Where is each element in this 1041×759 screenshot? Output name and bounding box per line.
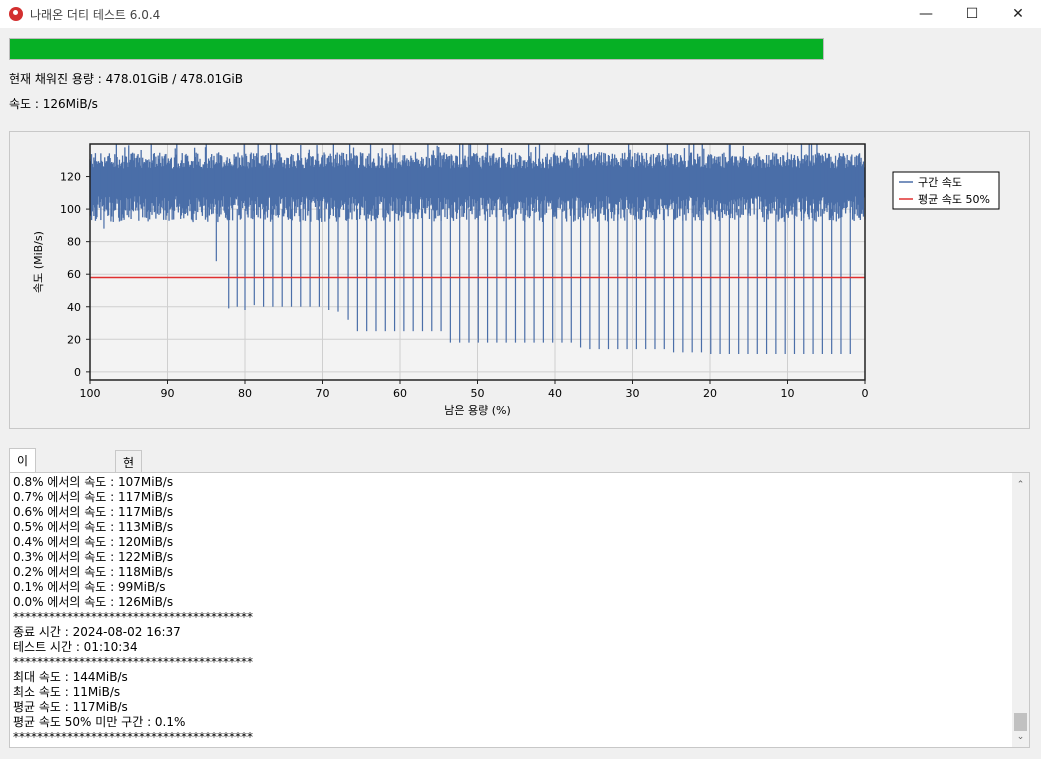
maximize-button[interactable]: ☐ — [949, 0, 995, 28]
filled-capacity-text: 현재 채워진 용량 : 478.01GiB / 478.01GiB — [9, 72, 243, 86]
speed-chart: 100 90 80 70 60 50 40 30 20 10 0020406080100120남은 … — [32, 143, 1000, 417]
scroll-up-button[interactable]: ⌃ — [1012, 476, 1029, 493]
y-tick-label: 120 — [60, 171, 81, 184]
log-line: 평균 속도 : 117MiB/s — [13, 700, 128, 714]
window-title: 나래온 더티 테스트 6.0.4 — [30, 8, 161, 22]
x-axis-label: 남은 용량 (%) — [444, 404, 511, 417]
y-tick-label: 0 — [74, 366, 81, 379]
x-tick-label: 80 — [238, 387, 252, 400]
app-logo-icon — [9, 7, 23, 21]
log-line: 최소 속도 : 11MiB/s — [13, 685, 121, 699]
minimize-button[interactable]: — — [903, 0, 949, 28]
log-line: 테스트 시간 : 01:10:34 — [13, 640, 138, 654]
x-tick-label: 30 — [626, 387, 640, 400]
y-tick-label: 100 — [60, 203, 81, 216]
x-tick-label: 50 — [471, 387, 485, 400]
log-line: **************************************** — [13, 610, 253, 624]
x-tick-label: 70 — [316, 387, 330, 400]
log-lines: 0.8% 에서의 속도 : 107MiB/s 0.7% 에서의 속도 : 117M… — [13, 475, 253, 745]
x-tick-label: 20 — [703, 387, 717, 400]
log-line: 평균 속도 50% 미만 구간 : 0.1% — [13, 715, 186, 729]
tab-current-round[interactable]: 현재 회차 — [115, 450, 143, 521]
log-line: **************************************** — [13, 730, 253, 744]
log-line: 0.7% 에서의 속도 : 117MiB/s — [13, 490, 174, 504]
y-tick-label: 40 — [67, 301, 81, 314]
log-scrollbar[interactable]: ⌃ ⌄ — [1012, 473, 1029, 747]
log-line: 0.4% 에서의 속도 : 120MiB/s — [13, 535, 174, 549]
log-line: 0.0% 에서의 속도 : 126MiB/s — [13, 595, 174, 609]
progress-fill — [10, 39, 823, 59]
x-tick-label: 90 — [161, 387, 175, 400]
x-tick-label: 100 — [80, 387, 101, 400]
chart-panel: 100 90 80 70 60 50 40 30 20 10 0 0 20 40 60 80 100 120 남은 … — [9, 131, 1030, 429]
x-tick-label: 10 — [781, 387, 795, 400]
log-line: 0.1% 에서의 속도 : 99MiB/s — [13, 580, 166, 594]
speed-text: 속도 : 126MiB/s — [9, 97, 98, 111]
x-tick-label: 60 — [393, 387, 407, 400]
log-line: **************************************** — [13, 655, 253, 669]
title-bar: 나래온 더티 테스트 6.0.4 — ☐ ✕ — [0, 0, 1041, 28]
log-line: 0.3% 에서의 속도 : 122MiB/s — [13, 550, 174, 564]
scroll-down-button[interactable]: ⌄ — [1012, 728, 1029, 745]
log-line: 0.6% 에서의 속도 : 117MiB/s — [13, 505, 174, 519]
log-line: 0.5% 에서의 속도 : 113MiB/s — [13, 520, 174, 534]
y-axis-label: 속도 (MiB/s) — [32, 231, 45, 293]
log-line: 0.8% 에서의 속도 : 107MiB/s — [13, 475, 174, 489]
y-tick-label: 20 — [67, 333, 81, 346]
x-tick-label: 40 — [548, 387, 562, 400]
log-line: 0.2% 에서의 속도 : 118MiB/s — [13, 565, 174, 579]
log-line: 최대 속도 : 144MiB/s — [13, 670, 128, 684]
log-line: 종료 시간 : 2024-08-02 16:37 — [13, 625, 181, 639]
close-button[interactable]: ✕ — [995, 0, 1041, 28]
y-tick-label: 60 — [67, 268, 81, 281]
tab-all-rounds[interactable]: 이전 + 현재 회차 — [9, 448, 37, 567]
legend-label: 평균 속도 50% — [918, 193, 990, 206]
x-tick-label: 0 — [862, 387, 869, 400]
fill-progress-bar — [9, 38, 824, 60]
y-tick-label: 80 — [67, 236, 81, 249]
legend-label: 구간 속도 — [918, 176, 962, 189]
log-textbox[interactable]: 0.8% 에서의 속도 : 107MiB/s 0.7% 에서의 속도 : 117M… — [9, 472, 1030, 748]
